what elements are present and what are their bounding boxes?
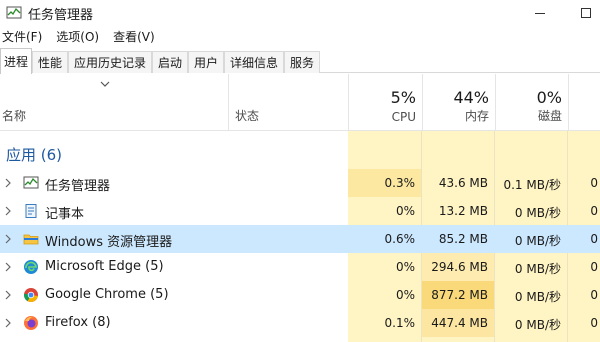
window-title: 任务管理器 (28, 8, 94, 23)
process-cpu: 0% (395, 204, 415, 218)
column-label-memory: 内存 (464, 109, 489, 123)
sort-chevron-icon (100, 81, 110, 87)
process-name: Windows 资源管理器 (45, 235, 173, 250)
disk-total-percent: 0% (536, 88, 562, 107)
process-row[interactable]: Firefox (8) 0.1% 447.4 MB 0 MB/秒 0 (0, 309, 600, 337)
minimize-icon (535, 12, 545, 14)
expand-chevron-icon[interactable] (4, 290, 12, 300)
tab-startup[interactable]: 启动 (152, 51, 188, 73)
memory-total-percent: 44% (453, 88, 489, 107)
process-row[interactable]: Google Chrome (5) 0% 877.2 MB 0 MB/秒 0 (0, 281, 600, 309)
process-disk: 0 MB/秒 (514, 290, 561, 304)
process-network: 0 (590, 176, 598, 190)
notepad-icon (25, 204, 37, 218)
process-memory: 447.4 MB (431, 316, 488, 330)
process-disk: 0 MB/秒 (514, 262, 561, 276)
menu-view[interactable]: 查看(V) (111, 28, 161, 45)
process-memory: 294.6 MB (431, 260, 488, 274)
column-label-name: 名称 (2, 109, 27, 123)
process-name: 记事本 (45, 207, 85, 222)
column-label-status: 状态 (235, 109, 260, 123)
expand-chevron-icon[interactable] (4, 262, 12, 272)
process-cpu: 0% (395, 260, 415, 274)
tab-performance[interactable]: 性能 (32, 51, 68, 73)
process-cpu: 0.3% (384, 176, 416, 190)
tab-strip: 进程 性能 应用历史记录 启动 用户 详细信息 服务 (0, 48, 600, 74)
group-header-apps[interactable]: 应用 (6) (6, 144, 62, 165)
tab-services[interactable]: 服务 (284, 51, 320, 73)
title-bar: 任务管理器 (0, 0, 600, 26)
process-name: Microsoft Edge (5) (45, 259, 164, 274)
process-network: 0 (590, 232, 598, 246)
column-header-disk[interactable]: 0% 磁盘 (495, 74, 568, 130)
column-header-name[interactable]: 名称 (0, 74, 228, 130)
tab-app-history[interactable]: 应用历史记录 (68, 51, 152, 73)
process-network: 0 (590, 260, 598, 274)
firefox-icon (24, 316, 38, 330)
tab-details[interactable]: 详细信息 (224, 51, 284, 73)
minimize-button[interactable] (520, 0, 560, 26)
chrome-icon (24, 288, 38, 303)
process-memory: 877.2 MB (431, 288, 488, 302)
process-cpu: 0% (395, 288, 415, 302)
column-header-cpu[interactable]: 5% CPU (348, 74, 422, 130)
column-header-network[interactable] (568, 74, 600, 130)
cpu-total-percent: 5% (390, 88, 416, 107)
process-disk: 0 MB/秒 (514, 318, 561, 332)
process-row[interactable]: 任务管理器 0.3% 43.6 MB 0.1 MB/秒 0 (0, 169, 600, 197)
process-row[interactable]: Microsoft Edge (5) 0% 294.6 MB 0 MB/秒 0 (0, 253, 600, 281)
menu-bar: 文件(F) 选项(O) 查看(V) (0, 26, 600, 46)
process-disk: 0.1 MB/秒 (503, 178, 561, 192)
column-label-disk: 磁盘 (537, 109, 562, 123)
process-row[interactable]: 记事本 0% 13.2 MB 0 MB/秒 0 (0, 197, 600, 225)
column-header-memory[interactable]: 44% 内存 (422, 74, 495, 130)
folder-icon (23, 234, 39, 245)
expand-chevron-icon[interactable] (4, 318, 12, 328)
maximize-button[interactable] (566, 0, 600, 26)
expand-chevron-icon[interactable] (4, 206, 12, 216)
process-memory: 13.2 MB (438, 204, 488, 218)
expand-chevron-icon[interactable] (4, 178, 12, 188)
process-row-selected[interactable]: Windows 资源管理器 0.6% 85.2 MB 0 MB/秒 0 (0, 225, 600, 253)
process-cpu: 0.6% (384, 232, 416, 246)
process-network: 0 (590, 288, 598, 302)
expand-chevron-icon[interactable] (4, 234, 12, 244)
process-network: 0 (590, 204, 598, 218)
menu-options[interactable]: 选项(O) (54, 28, 105, 45)
column-label-cpu: CPU (391, 110, 416, 124)
maximize-icon (581, 8, 591, 18)
process-name: 任务管理器 (45, 179, 111, 194)
column-header-status[interactable]: 状态 (228, 74, 348, 130)
process-cpu: 0.1% (384, 316, 416, 330)
process-name: Firefox (8) (45, 315, 111, 330)
process-memory: 43.6 MB (438, 176, 488, 190)
menu-file[interactable]: 文件(F) (0, 28, 48, 45)
process-name: Google Chrome (5) (45, 287, 169, 302)
process-network: 0 (590, 316, 598, 330)
tab-users[interactable]: 用户 (188, 51, 224, 73)
process-memory: 85.2 MB (438, 232, 488, 246)
process-disk: 0 MB/秒 (514, 206, 561, 220)
process-disk: 0 MB/秒 (514, 234, 561, 248)
edge-icon (24, 260, 38, 274)
task-manager-icon (23, 176, 39, 189)
task-manager-icon (6, 6, 22, 19)
tab-processes[interactable]: 进程 (0, 48, 32, 74)
